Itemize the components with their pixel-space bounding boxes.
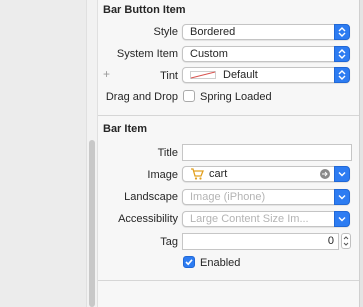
enabled-checkbox[interactable] [183, 256, 195, 268]
image-label: Image [147, 169, 178, 181]
left-gutter [0, 0, 86, 307]
tint-popup[interactable]: Default [182, 67, 350, 83]
scrollbar-thumb[interactable] [89, 140, 95, 307]
image-value: cart [209, 168, 228, 180]
landscape-placeholder: Image (iPhone) [190, 191, 266, 203]
system-item-label: System Item [116, 48, 178, 60]
style-value: Bordered [190, 26, 236, 38]
tint-popup-arrows-icon[interactable] [334, 67, 350, 83]
style-popup-arrows-icon[interactable] [334, 24, 350, 40]
title-input[interactable] [182, 144, 352, 161]
stepper-arrows-icon[interactable] [342, 234, 350, 248]
tint-add-variation-icon[interactable]: + [103, 67, 110, 81]
section-title-bar-item: Bar Item [103, 123, 148, 135]
section-divider [98, 115, 359, 116]
cart-icon [191, 168, 204, 180]
system-item-popup-arrows-icon[interactable] [334, 46, 350, 62]
landscape-combo[interactable]: Image (iPhone) [182, 189, 350, 205]
accessibility-dropdown-chevron-icon[interactable] [334, 211, 350, 227]
panel-right-edge [359, 0, 363, 307]
section-divider-bottom [98, 280, 359, 281]
tag-stepper[interactable] [341, 233, 351, 249]
accessibility-label: Accessibility [118, 213, 178, 225]
system-item-popup[interactable]: Custom [182, 46, 350, 62]
landscape-dropdown-chevron-icon[interactable] [334, 189, 350, 205]
title-label: Title [157, 147, 178, 159]
tag-input[interactable]: 0 [182, 233, 339, 250]
system-item-value: Custom [190, 48, 228, 60]
spring-loaded-checkbox[interactable] [183, 90, 195, 102]
checkmark-icon [185, 259, 193, 266]
accessibility-placeholder: Large Content Size Im... [190, 213, 309, 225]
go-to-image-arrow-icon[interactable] [320, 169, 330, 179]
spring-loaded-label: Spring Loaded [200, 91, 272, 103]
style-label: Style [153, 26, 178, 38]
drag-and-drop-label: Drag and Drop [105, 91, 178, 103]
tag-value: 0 [327, 235, 334, 247]
style-popup[interactable]: Bordered [182, 24, 350, 40]
image-dropdown-chevron-icon[interactable] [334, 166, 350, 182]
tint-swatch-icon [190, 71, 216, 79]
enabled-label: Enabled [200, 257, 241, 269]
tint-label: Tint [160, 70, 178, 82]
image-combo[interactable]: cart [182, 166, 350, 182]
accessibility-combo[interactable]: Large Content Size Im... [182, 211, 350, 227]
section-title-bar-button-item: Bar Button Item [103, 4, 186, 16]
tint-value: Default [223, 69, 258, 81]
tag-label: Tag [160, 236, 178, 248]
landscape-label: Landscape [124, 191, 178, 203]
